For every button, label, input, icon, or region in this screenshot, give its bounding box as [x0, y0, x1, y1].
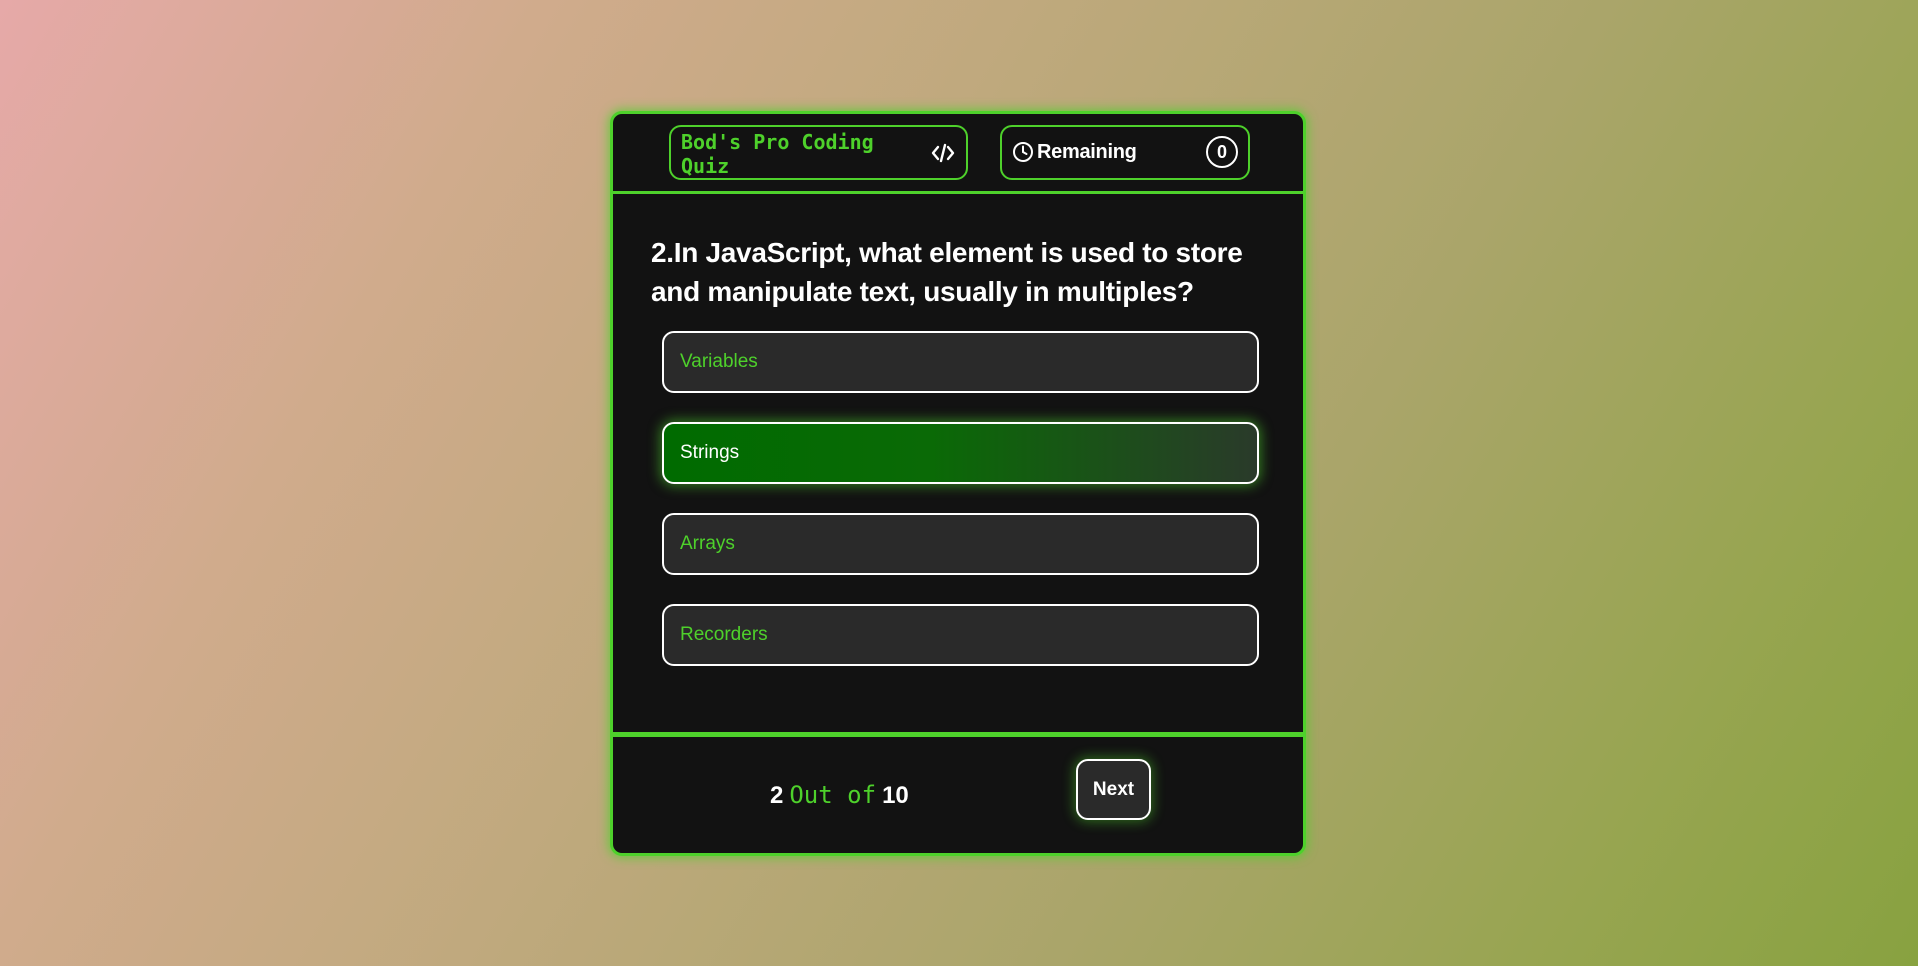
answer-options: Variables Strings Arrays Recorders [662, 331, 1259, 695]
question-progress: 2 Out of 10 [770, 781, 909, 810]
title-box: Bod's Pro Coding Quiz [669, 125, 968, 180]
clock-icon [1013, 142, 1033, 162]
question-text: 2.In JavaScript, what element is used to… [651, 237, 1243, 307]
next-button[interactable]: Next [1076, 759, 1151, 820]
quiz-footer: 2 Out of 10 Next [613, 732, 1303, 853]
answer-option-strings[interactable]: Strings [662, 422, 1259, 484]
timer-label: Remaining [1037, 141, 1137, 163]
code-icon [931, 143, 955, 163]
answer-option-arrays[interactable]: Arrays [662, 513, 1259, 575]
progress-total: 10 [882, 782, 909, 809]
quiz-header: Bod's Pro Coding Quiz Remaining 0 [613, 114, 1303, 194]
answer-option-variables[interactable]: Variables [662, 331, 1259, 393]
progress-current: 2 [770, 782, 784, 809]
timer-count: 0 [1206, 136, 1238, 168]
quiz-card: Bod's Pro Coding Quiz Remaining 0 2.In J… [610, 111, 1306, 856]
timer-box: Remaining 0 [1000, 125, 1250, 180]
quiz-title: Bod's Pro Coding Quiz [681, 130, 874, 178]
progress-separator: Out of [789, 781, 877, 809]
answer-option-recorders[interactable]: Recorders [662, 604, 1259, 666]
